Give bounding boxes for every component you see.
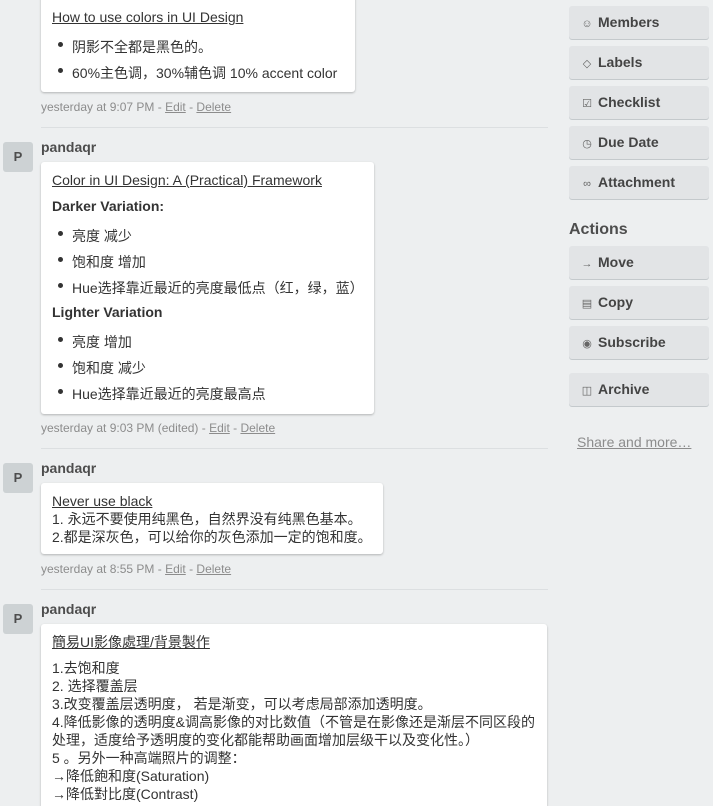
text-line: 处理，适度给予透明度的变化都能帮助画面增加层级干以及变化性。） xyxy=(52,732,479,748)
divider xyxy=(41,448,548,449)
button-label: Members xyxy=(598,14,660,30)
bullet-item: 亮度 减少 xyxy=(52,223,363,249)
subscribe-button[interactable]: ◉ Subscribe xyxy=(569,326,709,359)
arrow-right-icon: → xyxy=(581,258,593,270)
card-icon: ▤ xyxy=(581,298,593,310)
separator: - xyxy=(154,100,166,114)
avatar[interactable]: P xyxy=(3,142,33,172)
comments-feed: How to use colors in UI Design 阴影不全都是黑色的… xyxy=(0,0,548,806)
members-button[interactable]: ☺ Members xyxy=(569,6,709,39)
avatar[interactable]: P xyxy=(3,604,33,634)
edit-link[interactable]: Edit xyxy=(209,421,230,435)
divider xyxy=(41,589,548,590)
button-label: Due Date xyxy=(598,134,659,150)
bullet-item: 阴影不全都是黑色的。 xyxy=(52,34,344,60)
timestamp: yesterday at 8:55 PM xyxy=(41,562,155,576)
archive-button[interactable]: ◫ Archive xyxy=(569,373,709,406)
separator: - xyxy=(198,421,210,435)
text-line: 1.去饱和度 xyxy=(52,660,120,676)
text-line: 2. 选择覆盖层 xyxy=(52,678,138,694)
button-label: Checklist xyxy=(598,94,661,110)
bullet-item: Hue选择靠近最近的亮度最低点（红，绿，蓝） xyxy=(52,275,364,301)
button-label: Attachment xyxy=(598,174,676,190)
separator: - xyxy=(154,562,166,576)
bullet-item: 饱和度 增加 xyxy=(52,249,363,275)
share-and-more-link[interactable]: Share and more… xyxy=(577,434,691,450)
comment-card: 簡易UI影像處理/背景製作 1.去饱和度 2. 选择覆盖层 3.改变覆盖层透明度… xyxy=(41,624,547,806)
card-title-link[interactable]: Never use black xyxy=(52,492,372,510)
move-button[interactable]: → Move xyxy=(569,246,709,279)
comment-card: Never use black 1. 永远不要使用纯黑色，自然界没有纯黑色基本。… xyxy=(41,483,383,554)
comment-meta: yesterday at 9:07 PM - Edit - Delete xyxy=(41,100,231,114)
bullet-item: 60%主色调，30%辅色调 10% accent color xyxy=(52,60,344,86)
delete-link[interactable]: Delete xyxy=(196,100,231,114)
due-date-button[interactable]: ◷ Due Date xyxy=(569,126,709,159)
separator: - xyxy=(185,562,197,576)
text-line: 4.降低影像的透明度&调高影像的对比数值（不管是在影像还是渐层不同区段的 xyxy=(52,714,536,730)
edit-link[interactable]: Edit xyxy=(165,562,186,576)
divider xyxy=(41,127,548,128)
avatar[interactable]: P xyxy=(3,463,33,493)
text-line: 5 。另外一种高端照片的调整： xyxy=(52,750,246,766)
card-title-link[interactable]: Color in UI Design: A (Practical) Framew… xyxy=(52,171,363,190)
archive-icon: ◫ xyxy=(581,385,593,397)
comment-meta: yesterday at 9:03 PM (edited) - Edit - D… xyxy=(41,421,275,435)
card-title-link[interactable]: How to use colors in UI Design xyxy=(52,8,344,27)
bullet-item: 亮度 增加 xyxy=(52,329,363,355)
paperclip-icon: ∞ xyxy=(583,178,591,190)
bullet-list: 阴影不全都是黑色的。 60%主色调，30%辅色调 10% accent colo… xyxy=(52,34,344,86)
author-name[interactable]: pandaqr xyxy=(41,139,96,155)
text-line: 1. 永远不要使用纯黑色，自然界没有纯黑色基本。 xyxy=(52,511,362,527)
clock-icon: ◷ xyxy=(582,138,592,150)
card-title-link[interactable]: 簡易UI影像處理/背景製作 xyxy=(52,633,536,651)
tag-icon: ◇ xyxy=(582,58,592,70)
comment-card: How to use colors in UI Design 阴影不全都是黑色的… xyxy=(41,0,355,92)
eye-icon: ◉ xyxy=(582,338,592,350)
darker-heading: Darker Variation: xyxy=(52,198,165,214)
author-name[interactable]: pandaqr xyxy=(41,460,96,476)
separator: - xyxy=(185,100,197,114)
comment-card: Color in UI Design: A (Practical) Framew… xyxy=(41,162,374,414)
edit-link[interactable]: Edit xyxy=(165,100,186,114)
actions-heading: Actions xyxy=(569,221,628,238)
timestamp: yesterday at 9:07 PM xyxy=(41,100,155,114)
bullet-list: 亮度 增加 饱和度 减少 Hue选择靠近最近的亮度最高点 xyxy=(52,329,363,407)
author-name[interactable]: pandaqr xyxy=(41,601,96,617)
timestamp: yesterday at 9:03 PM (edited) xyxy=(41,421,199,435)
text-line: →降低飽和度(Saturation) xyxy=(52,768,210,784)
text-line: 3.改变覆盖层透明度， 若是渐变，可以考虑局部添加透明度。 xyxy=(52,696,432,712)
text-line: 2.都是深灰色，可以给你的灰色添加一定的饱和度。 xyxy=(52,529,372,545)
checkbox-icon: ☑ xyxy=(582,98,592,110)
checklist-button[interactable]: ☑ Checklist xyxy=(569,86,709,119)
bullet-item: Hue选择靠近最近的亮度最高点 xyxy=(52,381,363,407)
button-label: Labels xyxy=(598,54,643,70)
lighter-heading: Lighter Variation xyxy=(52,304,163,320)
delete-link[interactable]: Delete xyxy=(240,421,275,435)
button-label: Archive xyxy=(598,381,650,397)
button-label: Move xyxy=(598,254,634,270)
copy-button[interactable]: ▤ Copy xyxy=(569,286,709,319)
labels-button[interactable]: ◇ Labels xyxy=(569,46,709,79)
button-label: Subscribe xyxy=(598,334,666,350)
person-icon: ☺ xyxy=(581,18,593,30)
bullet-item: 饱和度 减少 xyxy=(52,355,363,381)
text-line: →降低對比度(Contrast) xyxy=(52,786,199,802)
separator: - xyxy=(229,421,241,435)
attachment-button[interactable]: ∞ Attachment xyxy=(569,166,709,199)
comment-meta: yesterday at 8:55 PM - Edit - Delete xyxy=(41,562,231,576)
button-label: Copy xyxy=(598,294,633,310)
delete-link[interactable]: Delete xyxy=(196,562,231,576)
bullet-list: 亮度 减少 饱和度 增加 Hue选择靠近最近的亮度最低点（红，绿，蓝） xyxy=(52,223,364,301)
